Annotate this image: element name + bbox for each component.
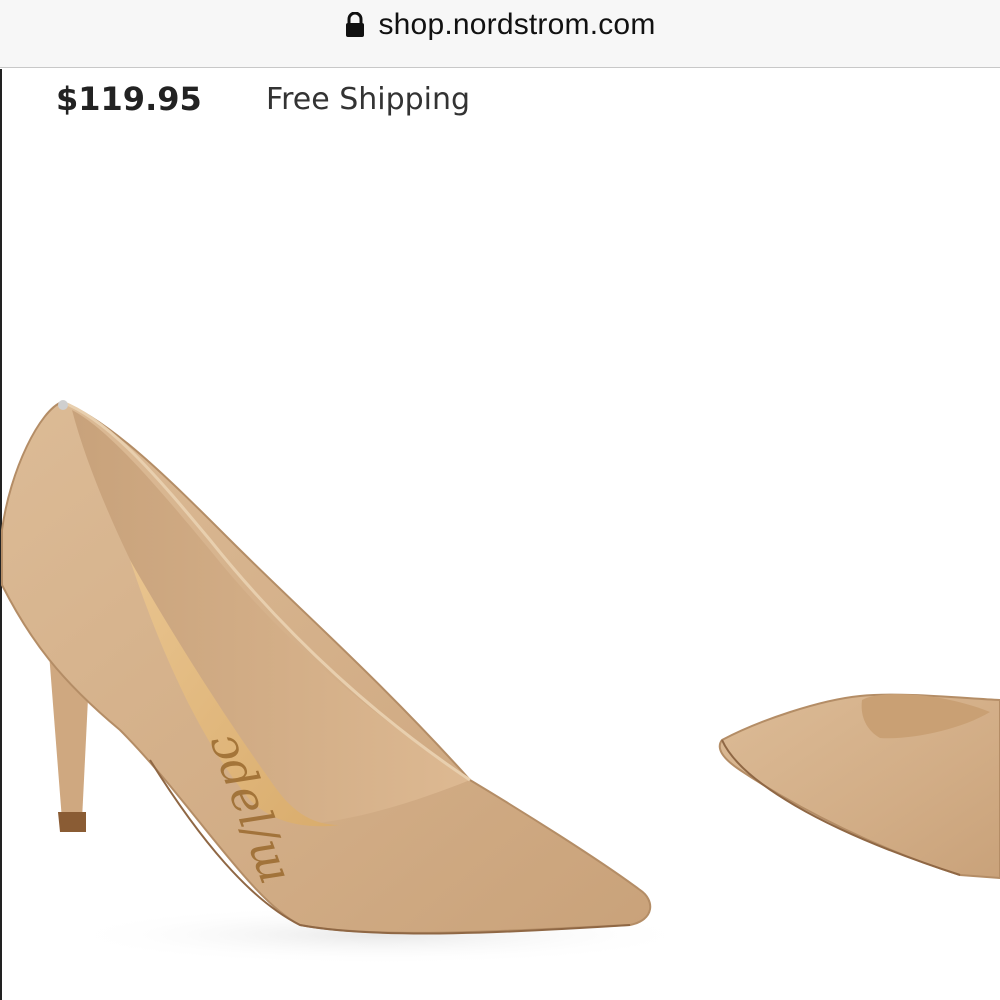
product-image: ɔdel/ɯ <box>1 400 1000 965</box>
browser-address-bar: shop.nordstrom.com <box>0 0 1000 68</box>
lock-icon <box>344 11 366 38</box>
url-field[interactable]: shop.nordstrom.com <box>0 0 1000 50</box>
url-text: shop.nordstrom.com <box>378 8 656 41</box>
shipping-info: Free Shipping <box>266 82 471 117</box>
product-price: $119.95 <box>56 80 202 118</box>
product-image-carousel[interactable]: ɔdel/ɯ <box>0 380 1000 980</box>
